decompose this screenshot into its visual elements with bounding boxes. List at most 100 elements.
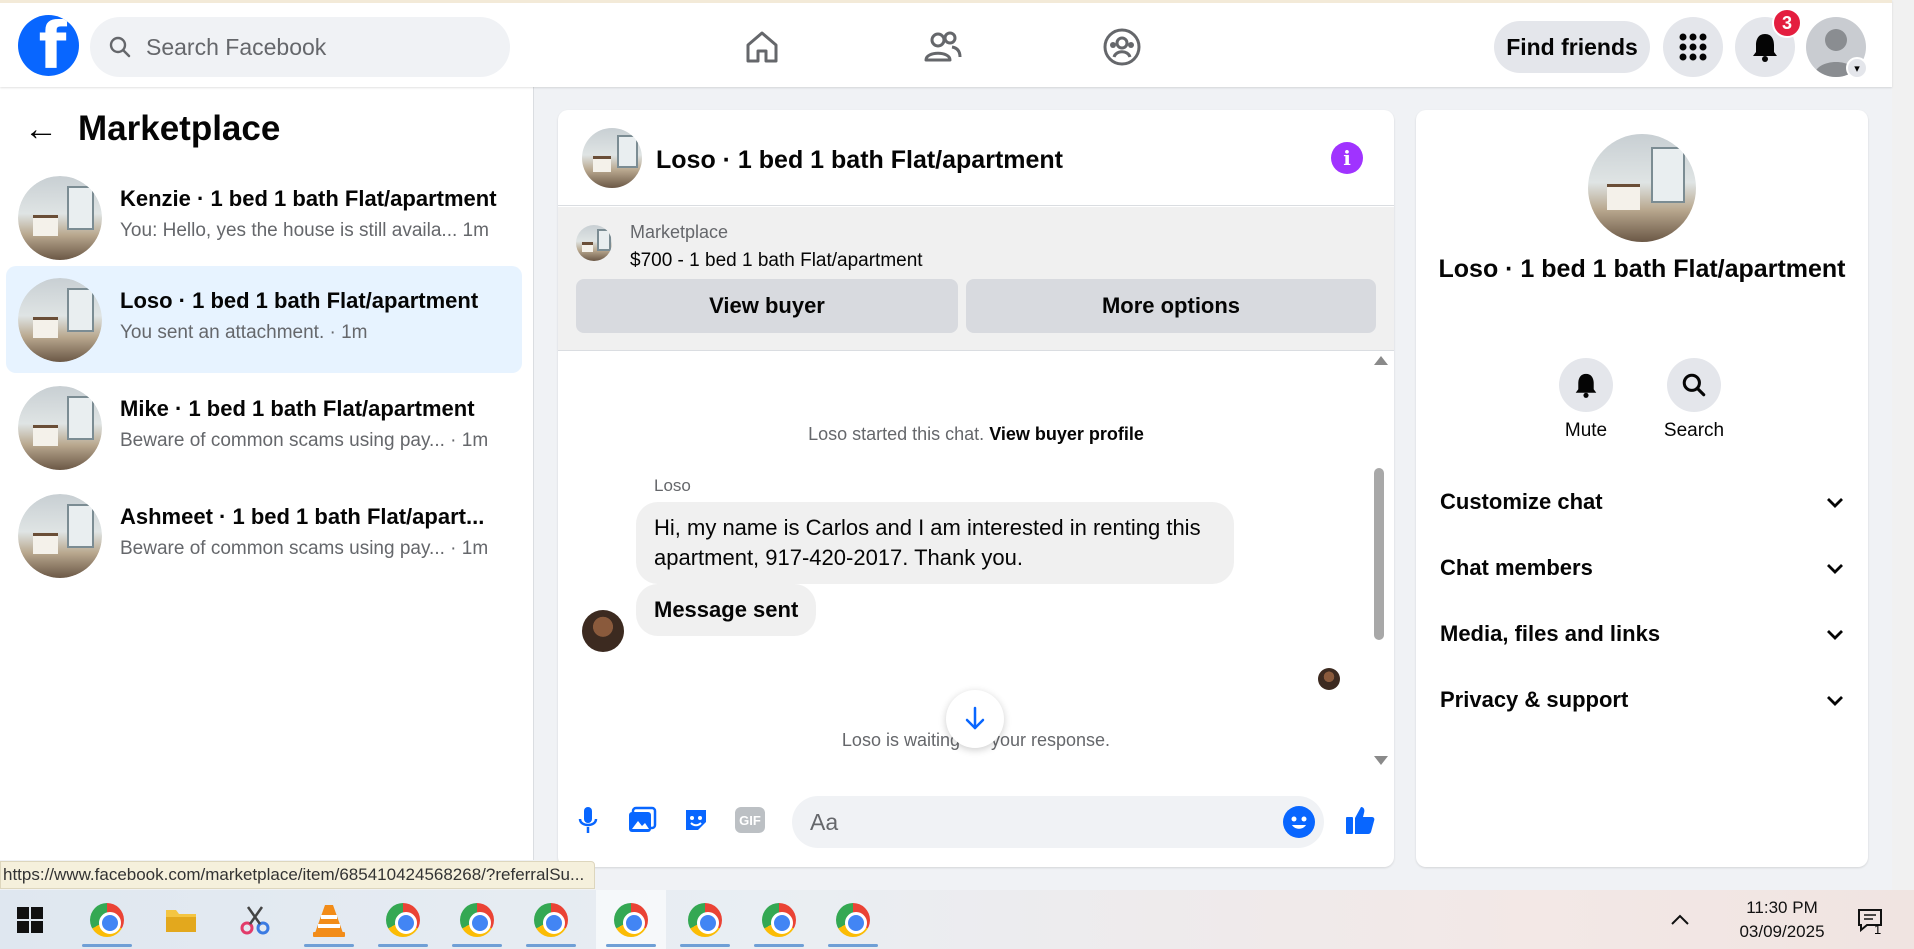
taskbar-chrome-profile[interactable] bbox=[516, 890, 586, 949]
view-buyer-profile-link[interactable]: View buyer profile bbox=[989, 424, 1144, 444]
taskbar-snipping-app[interactable] bbox=[220, 890, 290, 949]
chat-started-notice: Loso started this chat. View buyer profi… bbox=[808, 424, 1144, 444]
search-placeholder: Search Facebook bbox=[146, 33, 327, 60]
mute-label: Mute bbox=[1564, 420, 1608, 441]
chevron-down-icon bbox=[1826, 489, 1844, 515]
privacy-support-section[interactable]: Privacy & support bbox=[1440, 680, 1844, 720]
chrome-icon bbox=[762, 902, 796, 937]
menu-grid-button[interactable] bbox=[1663, 17, 1723, 77]
photo-icon[interactable] bbox=[626, 804, 658, 836]
arrow-down-icon bbox=[965, 706, 985, 730]
scissors-icon bbox=[240, 905, 270, 934]
taskbar-chrome-profile-active[interactable] bbox=[596, 890, 666, 949]
chat-header: Loso · 1 bed 1 bath Flat/apartment i bbox=[558, 110, 1394, 206]
media-files-links-section[interactable]: Media, files and links bbox=[1440, 614, 1844, 654]
listing-thumbnail[interactable] bbox=[582, 128, 642, 188]
info-icon[interactable]: i bbox=[1331, 142, 1363, 174]
marketplace-listing-card: Marketplace $700 - 1 bed 1 bath Flat/apa… bbox=[558, 207, 1394, 351]
more-options-button[interactable]: More options bbox=[966, 279, 1376, 333]
windows-logo-icon bbox=[17, 906, 43, 933]
scroll-to-bottom-button[interactable] bbox=[946, 690, 1004, 748]
top-navigation-bar: f Search Facebook Find friends 3 ▾ bbox=[0, 0, 1892, 87]
conversation-name: Kenzie · 1 bed 1 bath Flat/apartment bbox=[120, 186, 497, 211]
taskbar-chrome-profile[interactable] bbox=[670, 890, 740, 949]
message-input[interactable]: Aa bbox=[792, 796, 1324, 848]
emoji-icon[interactable] bbox=[1283, 806, 1315, 838]
conversation-item[interactable]: Kenzie · 1 bed 1 bath Flat/apartment You… bbox=[6, 164, 522, 271]
gif-icon[interactable]: GIF bbox=[734, 804, 766, 836]
scrollbar-thumb[interactable] bbox=[1374, 468, 1384, 640]
home-icon[interactable] bbox=[740, 25, 784, 69]
listing-thumbnail bbox=[18, 278, 102, 362]
conversation-item-active[interactable]: Loso · 1 bed 1 bath Flat/apartment You s… bbox=[6, 266, 522, 373]
sticker-icon[interactable] bbox=[680, 804, 712, 836]
chevron-down-icon bbox=[1826, 621, 1844, 647]
listing-thumbnail bbox=[18, 176, 102, 260]
facebook-logo[interactable]: f bbox=[18, 15, 79, 76]
search-label: Search bbox=[1663, 420, 1725, 441]
chrome-icon bbox=[460, 902, 494, 937]
customize-chat-section[interactable]: Customize chat bbox=[1440, 482, 1844, 522]
search-icon bbox=[1682, 373, 1706, 397]
taskbar-chrome-profile[interactable] bbox=[818, 890, 888, 949]
conversation-preview: Beware of common scams using pay... · 1m bbox=[120, 430, 489, 451]
marketplace-label: Marketplace bbox=[630, 222, 729, 242]
listing-price-title[interactable]: $700 - 1 bed 1 bath Flat/apartment bbox=[630, 250, 923, 272]
message-composer: GIF Aa bbox=[558, 786, 1394, 866]
thumbs-up-icon[interactable] bbox=[1344, 804, 1376, 836]
groups-icon[interactable] bbox=[1100, 25, 1144, 69]
scroll-up-arrow-icon[interactable] bbox=[1374, 356, 1388, 365]
conversation-item[interactable]: Mike · 1 bed 1 bath Flat/apartment Bewar… bbox=[6, 374, 522, 481]
clock-time: 11:30 PM bbox=[1746, 898, 1818, 917]
chrome-icon bbox=[90, 902, 124, 937]
friends-icon[interactable] bbox=[920, 25, 964, 69]
listing-thumbnail bbox=[1588, 134, 1696, 242]
taskbar-chrome-profile[interactable] bbox=[442, 890, 512, 949]
bell-icon bbox=[1575, 373, 1597, 398]
taskbar-chrome-profile[interactable] bbox=[744, 890, 814, 949]
message-bubble[interactable]: Hi, my name is Carlos and I am intereste… bbox=[636, 502, 1234, 584]
taskbar-chrome-app[interactable] bbox=[72, 890, 142, 949]
conversation-preview: Beware of common scams using pay... · 1m bbox=[120, 538, 489, 559]
chat-details-panel: Loso · 1 bed 1 bath Flat/apartment Mute … bbox=[1416, 110, 1868, 867]
search-input[interactable]: Search Facebook bbox=[90, 17, 510, 77]
taskbar-chrome-profile[interactable] bbox=[368, 890, 438, 949]
conversation-name: Loso · 1 bed 1 bath Flat/apartment bbox=[120, 288, 479, 313]
message-bubble[interactable]: Message sent bbox=[636, 584, 817, 636]
sidebar-title: Marketplace bbox=[78, 109, 281, 148]
conversation-name: Mike · 1 bed 1 bath Flat/apartment bbox=[120, 396, 475, 421]
mute-button[interactable]: Mute bbox=[1546, 358, 1626, 442]
taskbar-vlc-app[interactable] bbox=[294, 890, 364, 949]
details-title: Loso · 1 bed 1 bath Flat/apartment bbox=[1438, 255, 1846, 283]
microphone-icon[interactable] bbox=[572, 804, 604, 836]
sender-avatar[interactable] bbox=[582, 610, 624, 652]
status-bar-url: https://www.facebook.com/marketplace/ite… bbox=[0, 861, 596, 889]
message-placeholder: Aa bbox=[810, 808, 839, 835]
folder-icon bbox=[166, 909, 196, 932]
taskbar-clock[interactable]: 11:30 PM 03/09/2025 bbox=[1722, 896, 1842, 944]
view-buyer-button[interactable]: View buyer bbox=[576, 279, 958, 333]
search-conversation-button[interactable]: Search bbox=[1654, 358, 1734, 442]
chat-title[interactable]: Loso · 1 bed 1 bath Flat/apartment bbox=[656, 146, 1063, 175]
action-center-button[interactable]: 1 bbox=[1848, 890, 1892, 949]
notification-badge: 3 bbox=[1772, 8, 1802, 38]
conversation-item[interactable]: Ashmeet · 1 bed 1 bath Flat/apart... Bew… bbox=[6, 482, 522, 589]
chat-panel: Loso · 1 bed 1 bath Flat/apartment i Mar… bbox=[558, 110, 1394, 867]
conversation-preview: You: Hello, yes the house is still avail… bbox=[120, 220, 489, 241]
scroll-down-arrow-icon[interactable] bbox=[1374, 756, 1388, 765]
find-friends-button[interactable]: Find friends bbox=[1494, 21, 1650, 73]
sidebar-header: ← Marketplace bbox=[24, 109, 280, 149]
chevron-down-icon bbox=[1826, 687, 1844, 713]
tray-chevron-up-icon[interactable] bbox=[1660, 890, 1700, 949]
windows-start-button[interactable] bbox=[0, 890, 60, 949]
page-scrollbar[interactable] bbox=[1892, 0, 1914, 890]
chat-members-section[interactable]: Chat members bbox=[1440, 548, 1844, 588]
listing-thumbnail bbox=[18, 386, 102, 470]
chevron-down-icon[interactable]: ▾ bbox=[1846, 57, 1868, 79]
taskbar-file-explorer[interactable] bbox=[146, 890, 216, 949]
listing-thumbnail bbox=[576, 225, 612, 261]
conversation-preview: You sent an attachment. · 1m bbox=[120, 322, 368, 343]
back-arrow-icon[interactable]: ← bbox=[24, 110, 64, 149]
chrome-icon bbox=[688, 902, 722, 937]
windows-taskbar: 11:30 PM 03/09/2025 1 bbox=[0, 890, 1914, 949]
